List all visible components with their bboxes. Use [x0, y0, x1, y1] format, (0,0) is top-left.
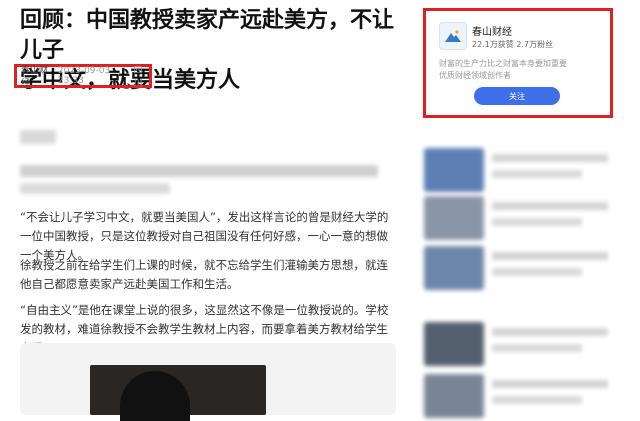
follow-button[interactable]: 关注	[474, 87, 560, 105]
mountain-logo-icon[interactable]	[439, 22, 467, 50]
recommendation-thumbnail	[424, 246, 484, 290]
sidebar-recommendation[interactable]	[424, 322, 614, 368]
recommendation-thumbnail	[424, 374, 484, 418]
article-meta: 春山财经 2023-09-03 23:33 四川	[14, 63, 152, 89]
blurred-text	[492, 170, 582, 178]
profile-description-line: 优质财经领域创作者	[439, 71, 511, 80]
person-silhouette	[120, 371, 190, 421]
blurred-text	[492, 344, 582, 352]
profile-name[interactable]: 春山财经	[472, 23, 512, 38]
blurred-text	[492, 202, 608, 210]
article-paragraph: 徐教授之前在给学生们上课的时候，就不忘给学生们灌输美方思想，就连他自己都愿意卖家…	[20, 258, 388, 291]
author-link[interactable]: 春山财经	[21, 63, 52, 89]
mountain-logo-icon	[445, 30, 461, 42]
publish-date: 2023-09-03 23:33	[57, 66, 111, 86]
blurred-text	[20, 183, 170, 194]
blurred-text	[20, 165, 378, 177]
blurred-text	[20, 130, 56, 144]
blurred-text	[492, 328, 608, 336]
profile-description: 财富的生产力比之财富本身要加重要 优质财经领域创作者	[439, 58, 599, 82]
profile-stats: 22.1万获赞 2.7万粉丝	[472, 40, 554, 49]
author-profile-card: 春山财经 22.1万获赞 2.7万粉丝 财富的生产力比之财富本身要加重要 优质财…	[423, 8, 613, 118]
sidebar-recommendation[interactable]	[424, 374, 614, 420]
article-image	[90, 365, 266, 421]
recommendation-thumbnail	[424, 148, 484, 192]
profile-description-line: 财富的生产力比之财富本身要加重要	[439, 59, 567, 68]
publish-location: 四川	[133, 66, 143, 89]
sidebar-recommendation[interactable]	[424, 196, 614, 242]
sidebar-recommendation[interactable]	[424, 246, 614, 292]
recommendation-thumbnail	[424, 322, 484, 366]
blurred-text	[492, 154, 608, 162]
blurred-text	[492, 218, 582, 226]
blurred-text	[492, 396, 582, 404]
blurred-text	[492, 252, 608, 260]
sidebar-recommendation[interactable]	[424, 148, 614, 194]
article-title-line-1: 回顾：中国教授卖家产远赴美方，不让儿子	[20, 8, 395, 63]
blurred-text	[492, 268, 582, 276]
blurred-text	[492, 380, 608, 388]
recommendation-thumbnail	[424, 196, 484, 240]
